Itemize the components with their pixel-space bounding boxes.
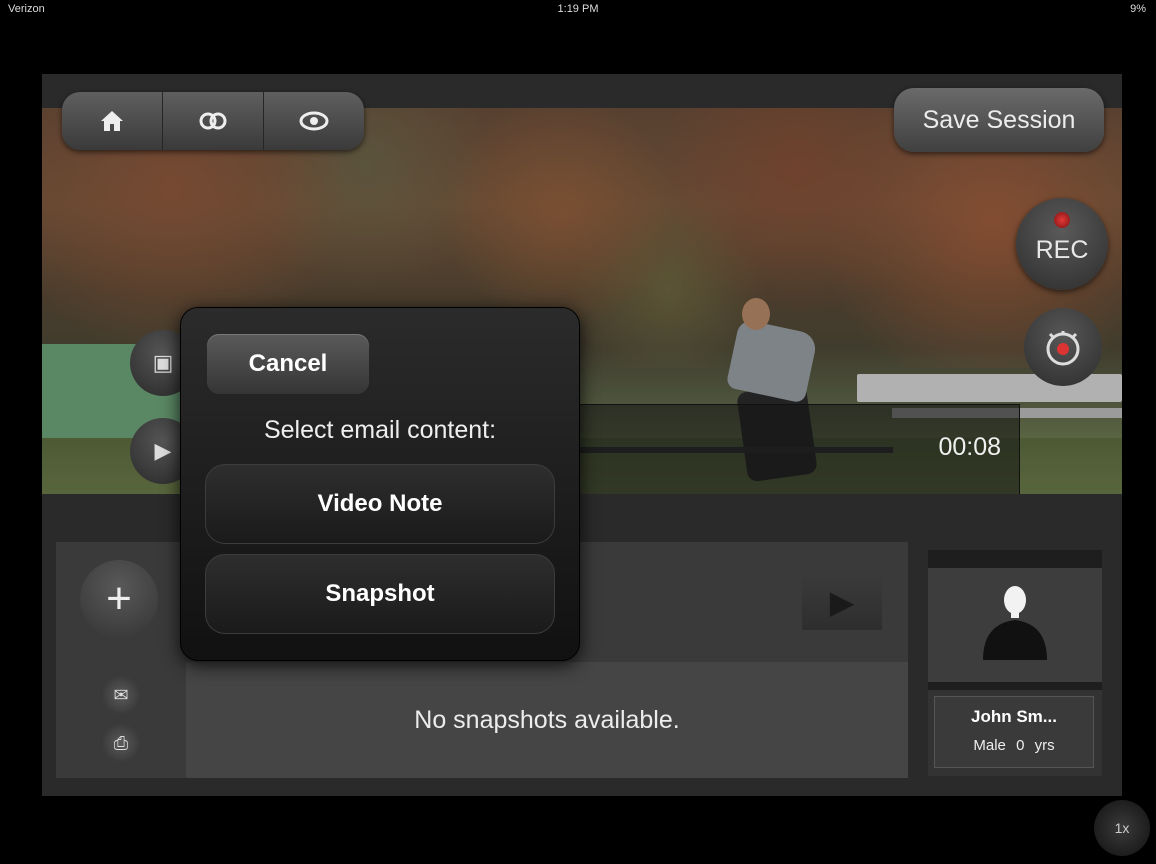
avatar (983, 586, 1047, 660)
record-button[interactable]: REC (1016, 198, 1108, 290)
athlete-gender: Male (973, 737, 1006, 754)
home-icon (101, 111, 123, 131)
printer-icon: ⎙ (113, 732, 129, 753)
athlete-profile-card[interactable]: John Sm... Male 0 yrs (928, 550, 1102, 776)
eye-icon (299, 111, 329, 131)
athlete-meta: Male 0 yrs (935, 737, 1093, 754)
split-view-icon: ▣ (152, 350, 174, 375)
playback-time: 00:08 (938, 433, 1001, 461)
save-session-button[interactable]: Save Session (894, 88, 1104, 152)
record-dot-icon (1054, 212, 1070, 228)
athlete-name: John Sm... (971, 707, 1057, 726)
timer-button[interactable] (1024, 308, 1102, 386)
athlete-age: 0 yrs (1016, 737, 1055, 754)
link-button[interactable] (163, 92, 264, 150)
play-icon: ▶ (829, 584, 855, 620)
playback-speed-button[interactable]: 1x (1094, 800, 1150, 856)
profile-info: John Sm... Male 0 yrs (934, 696, 1094, 768)
stopwatch-icon (1046, 331, 1080, 366)
record-label: REC (1035, 236, 1089, 264)
playback-scrubber[interactable]: 00:08 (562, 404, 1020, 494)
email-content-popover: Cancel Select email content: Video Note … (180, 307, 580, 661)
link-icon (199, 112, 227, 130)
snapshot-tools: ✉ ⎙ (56, 662, 186, 778)
snapshot-option[interactable]: Snapshot (205, 554, 555, 634)
cancel-button[interactable]: Cancel (207, 334, 369, 394)
popover-title: Select email content: (263, 416, 497, 444)
play-icon: ▶ (154, 438, 172, 463)
view-button[interactable] (264, 92, 364, 150)
snapshots-area: ✉ ⎙ No snapshots available. (56, 662, 908, 778)
main-toolbar (62, 92, 364, 150)
plus-icon: + (106, 574, 132, 623)
home-button[interactable] (62, 92, 163, 150)
clock: 1:19 PM (557, 3, 599, 15)
print-button[interactable]: ⎙ (102, 724, 140, 762)
email-button[interactable]: ✉ (102, 676, 140, 714)
battery-label: 9% (1130, 3, 1146, 15)
add-button[interactable]: + (80, 560, 158, 638)
status-bar: Verizon 1:19 PM 9% (0, 0, 1156, 20)
empty-snapshots-message: No snapshots available. (414, 705, 680, 734)
scrubber-track[interactable] (563, 447, 893, 453)
email-icon: ✉ (113, 684, 129, 705)
video-note-option[interactable]: Video Note (205, 464, 555, 544)
strip-play-button[interactable]: ▶ (802, 574, 882, 630)
